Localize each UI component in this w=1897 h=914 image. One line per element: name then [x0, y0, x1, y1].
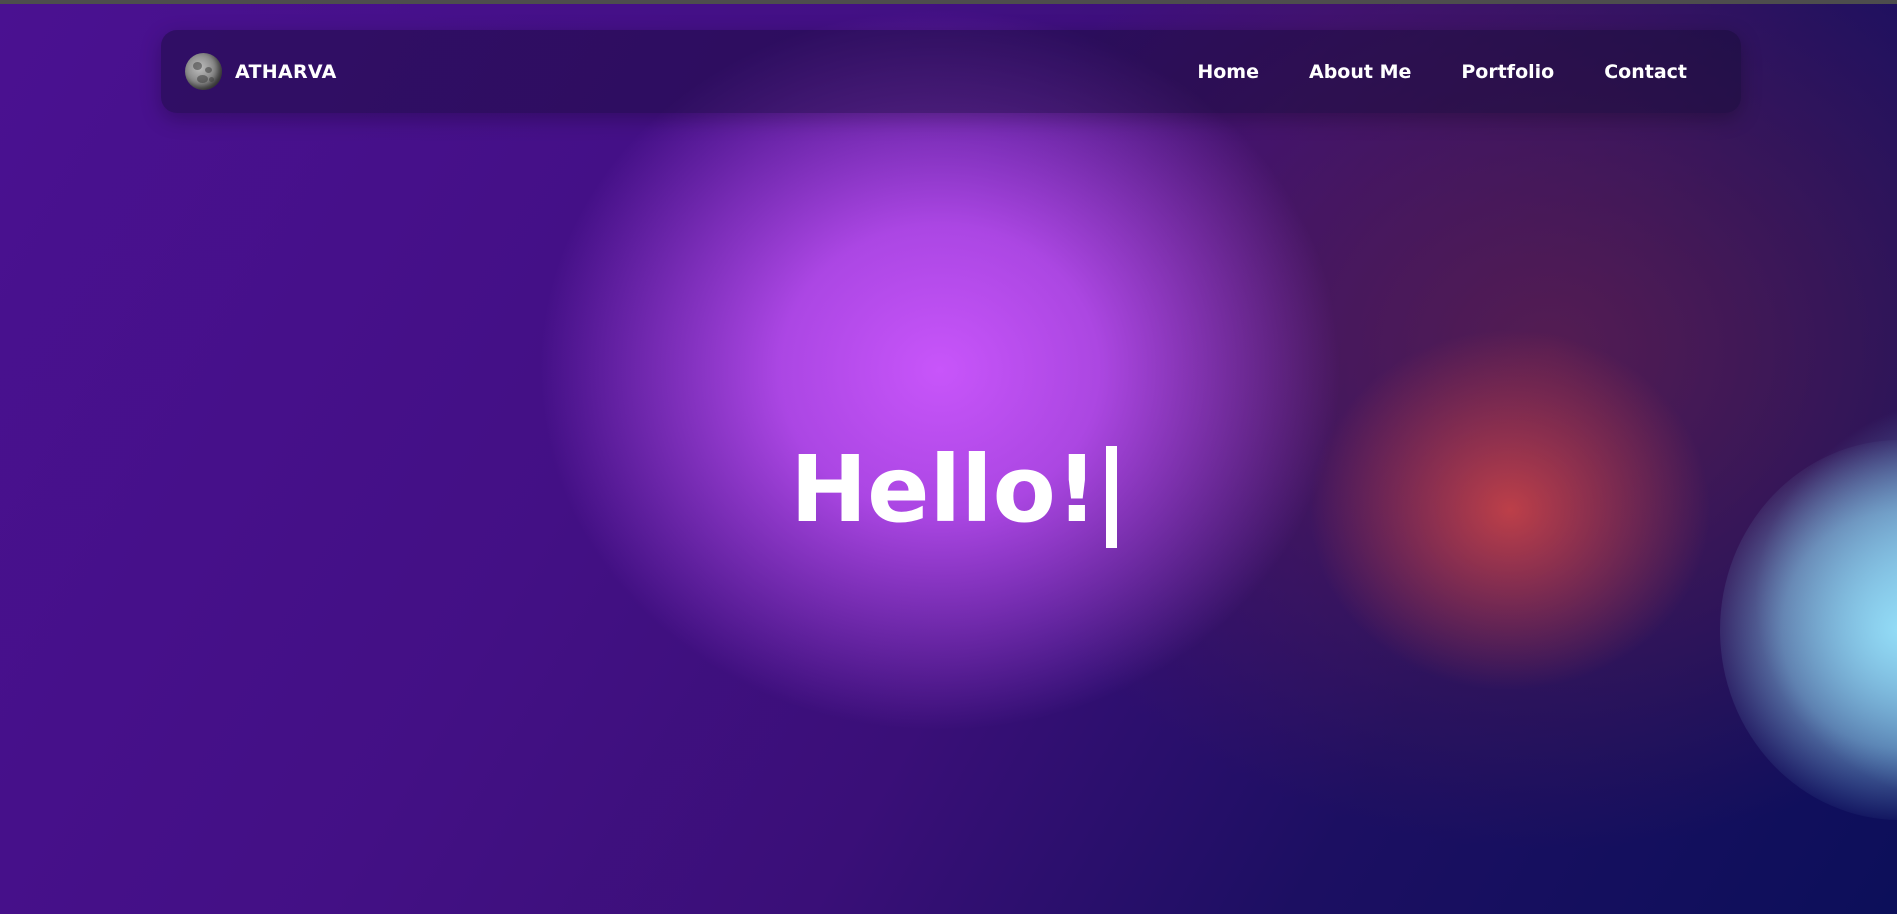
brand-name: ATHARVA	[235, 60, 337, 83]
hero-section: Hello!	[0, 430, 1897, 550]
page: ATHARVA Home About Me Portfolio Contact …	[0, 0, 1897, 914]
top-border	[0, 0, 1897, 4]
nav-about-link[interactable]: About Me	[1309, 61, 1411, 83]
navbar: ATHARVA Home About Me Portfolio Contact	[161, 30, 1741, 113]
brand[interactable]: ATHARVA	[185, 53, 337, 90]
nav-portfolio-link[interactable]: Portfolio	[1461, 61, 1554, 83]
typing-cursor	[1105, 446, 1117, 548]
nav-links: Home About Me Portfolio Contact	[1147, 61, 1687, 83]
nav-home-link[interactable]: Home	[1197, 61, 1259, 83]
nav-contact-link[interactable]: Contact	[1604, 61, 1687, 83]
moon-icon	[185, 53, 222, 90]
hero-greeting: Hello!	[790, 436, 1098, 543]
hero-heading: Hello!	[790, 430, 1117, 550]
